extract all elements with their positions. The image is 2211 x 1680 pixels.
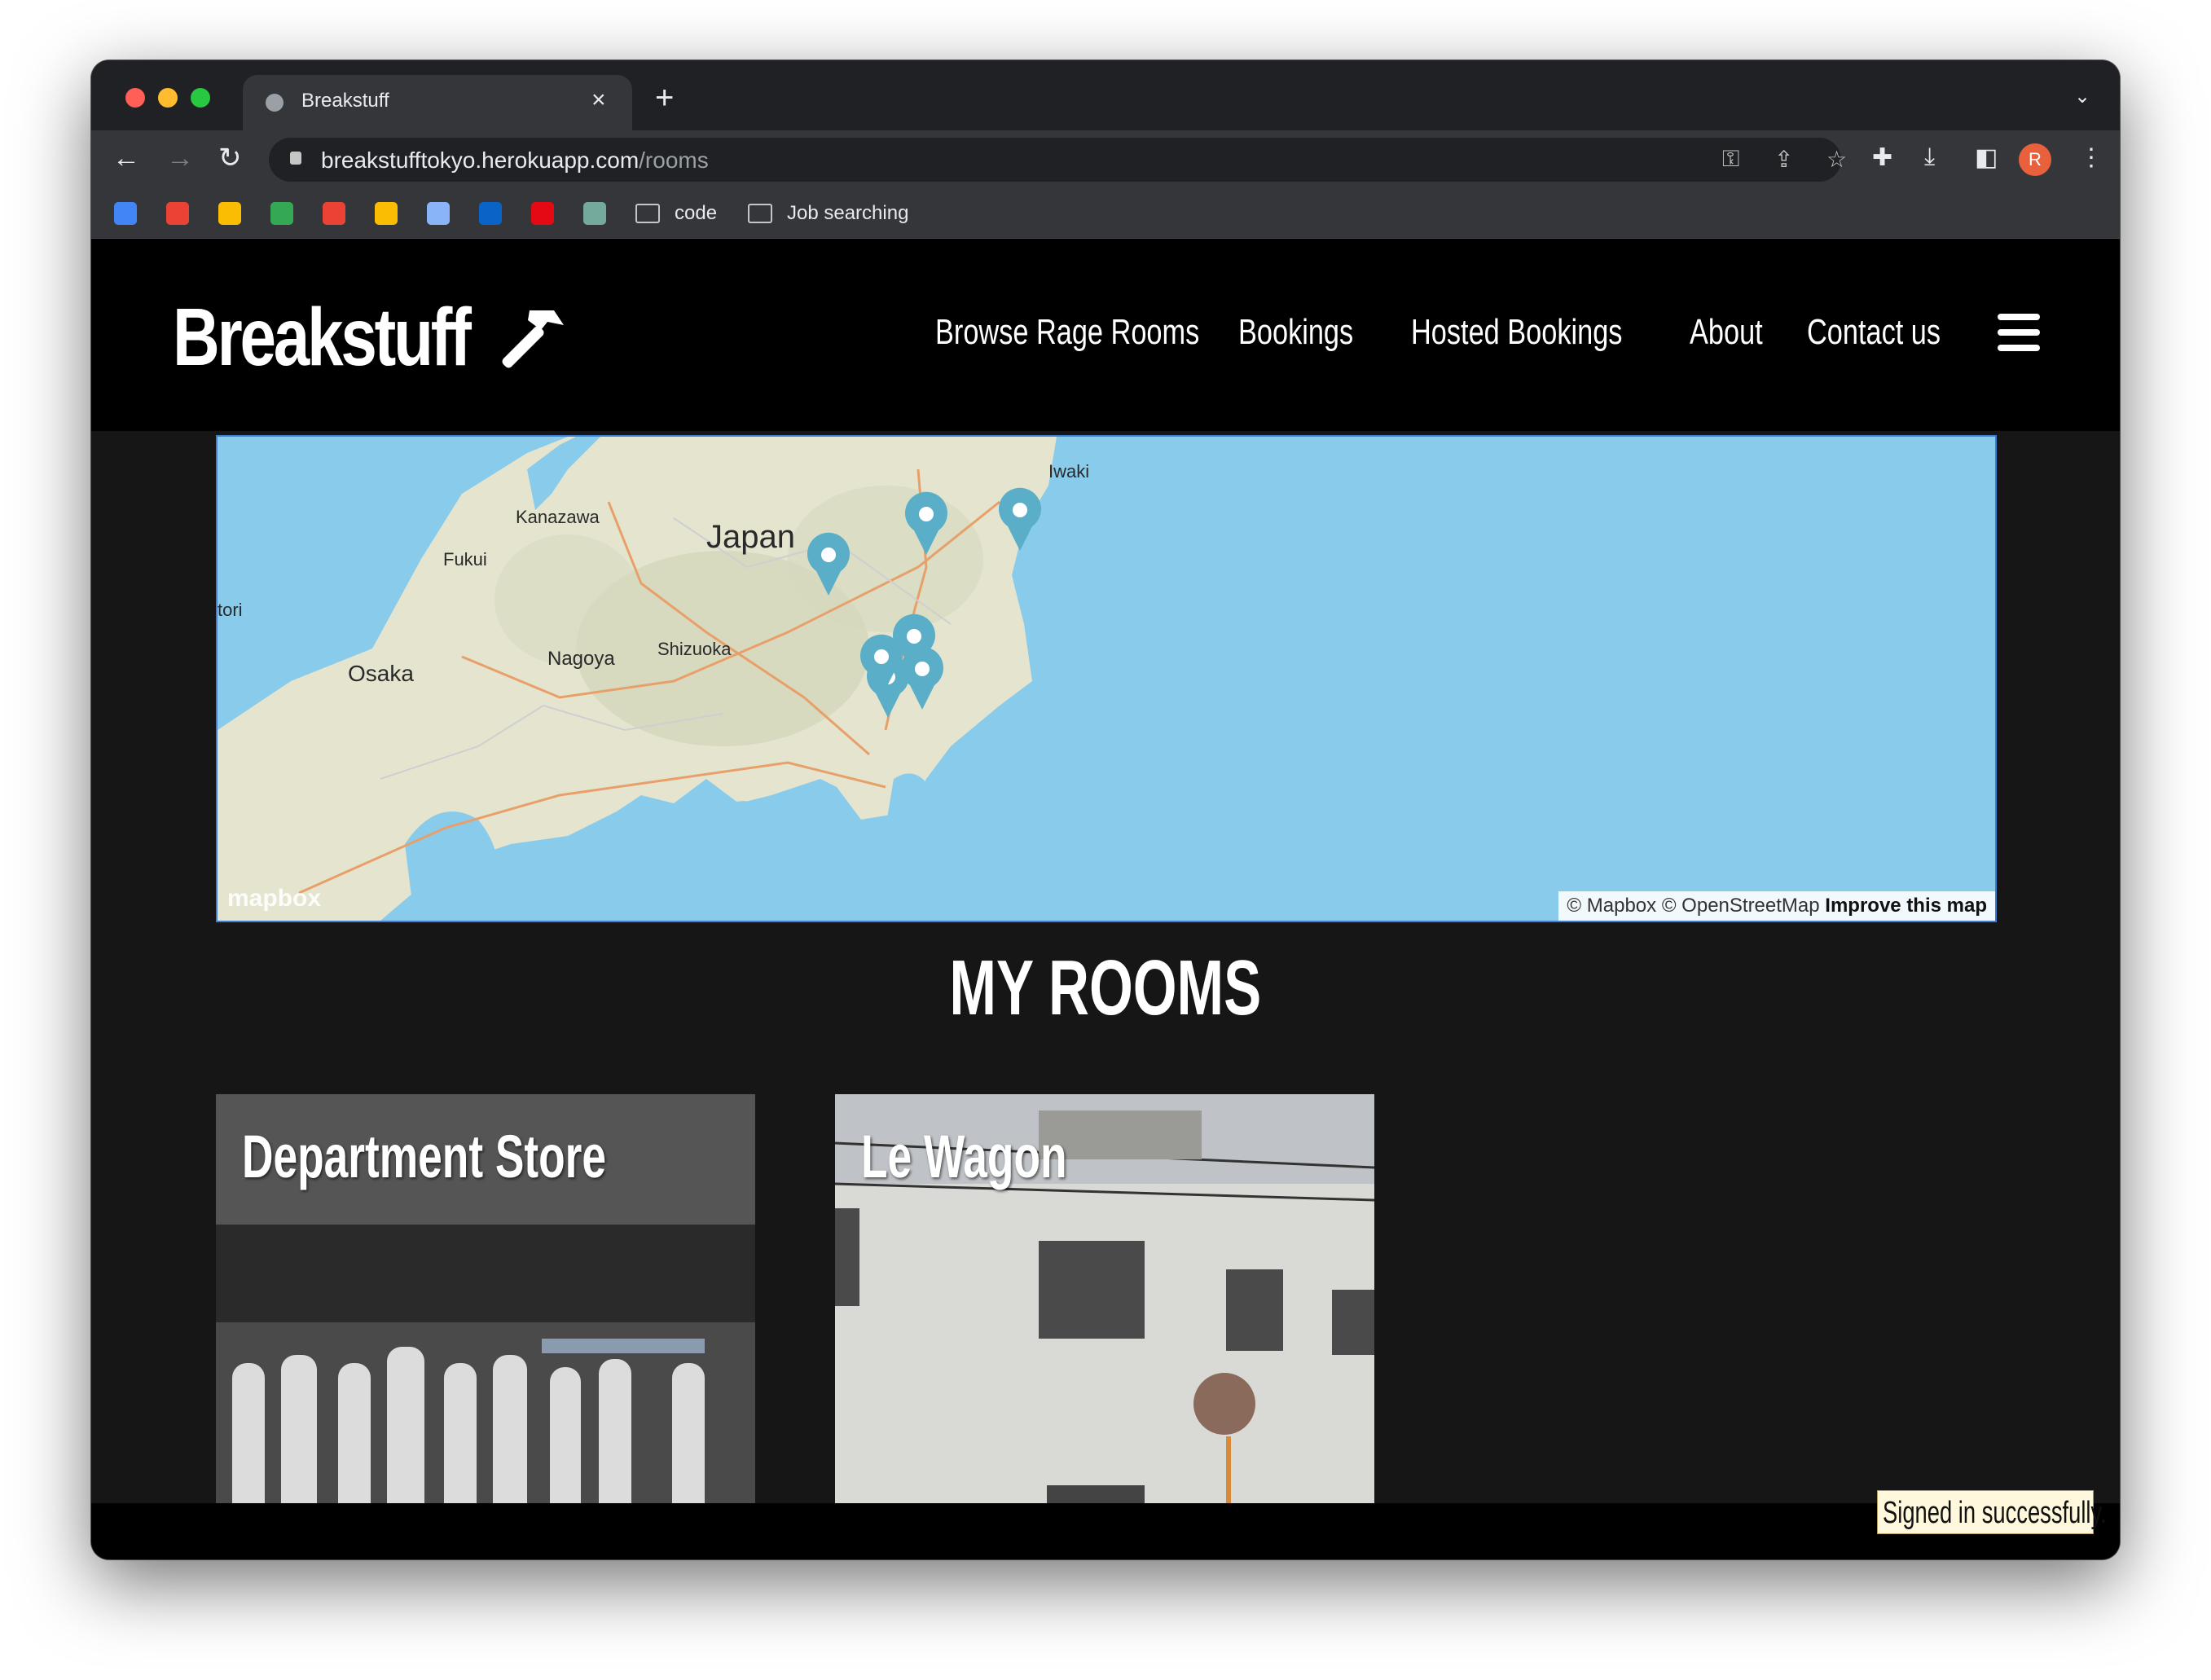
- room-card-le-wagon[interactable]: Le Wagon: [835, 1094, 1374, 1518]
- maximize-window-button[interactable]: [191, 88, 210, 108]
- city-label-iwaki: Iwaki: [1048, 461, 1089, 482]
- country-label-japan: Japan: [706, 519, 795, 555]
- city-label-kanazawa: Kanazawa: [516, 507, 600, 527]
- gmail-icon[interactable]: [166, 202, 189, 225]
- nav-hosted-bookings[interactable]: Hosted Bookings: [1411, 312, 1622, 353]
- bookmark-job-searching[interactable]: Job searching: [787, 202, 908, 225]
- drive-icon-2[interactable]: [375, 202, 398, 225]
- rooms-map[interactable]: Kanazawa Fukui tori Nagoya Shizuoka Osak…: [216, 435, 1997, 922]
- more-menu-icon[interactable]: ⋮: [2079, 143, 2103, 172]
- maps-icon[interactable]: [270, 202, 293, 225]
- drive-icon[interactable]: [218, 202, 241, 225]
- download-icon[interactable]: ⤓: [1924, 143, 1935, 171]
- nav-browse-rage-rooms[interactable]: Browse Rage Rooms: [935, 312, 1199, 353]
- tab-title: Breakstuff: [301, 90, 389, 112]
- improve-map-link[interactable]: Improve this map: [1825, 895, 1987, 917]
- close-tab-icon[interactable]: ×: [591, 86, 606, 114]
- browser-tab[interactable]: Breakstuff ×: [243, 75, 632, 130]
- hamburger-menu-icon[interactable]: [1998, 314, 2040, 360]
- footer-bar: [91, 1503, 2120, 1559]
- site-navbar: Breakstuff Browse Rage Rooms Bookings Ho…: [91, 239, 2120, 431]
- minimize-window-button[interactable]: [158, 88, 178, 108]
- city-label-osaka: Osaka: [348, 661, 414, 686]
- bookmarks-bar: code Job searching: [91, 189, 2120, 239]
- profile-avatar[interactable]: R: [2019, 143, 2051, 176]
- url-text: breakstufftokyo.herokuapp.com/rooms: [321, 147, 709, 173]
- globe-icon: [266, 94, 284, 112]
- bookmark-code[interactable]: code: [675, 202, 717, 225]
- reload-icon[interactable]: ↻: [218, 142, 242, 174]
- tab-strip: Breakstuff × + ⌄: [91, 60, 2120, 130]
- city-label-nagoya: Nagoya: [547, 648, 615, 670]
- mapbox-logo[interactable]: mapbox: [227, 885, 321, 913]
- key-icon[interactable]: ⚿: [1722, 146, 1739, 173]
- nav-contact-us[interactable]: Contact us: [1807, 312, 1941, 353]
- map-canvas[interactable]: Kanazawa Fukui tori Nagoya Shizuoka Osak…: [218, 437, 1995, 921]
- photos-icon[interactable]: [323, 202, 345, 225]
- back-icon[interactable]: ←: [112, 142, 140, 174]
- city-label-shizuoka: Shizuoka: [657, 639, 732, 659]
- share-icon[interactable]: ⇪: [1774, 146, 1793, 173]
- nav-bookings[interactable]: Bookings: [1238, 312, 1353, 353]
- lock-icon: [290, 152, 301, 165]
- star-icon[interactable]: ☆: [1826, 146, 1847, 173]
- folder-icon[interactable]: [748, 204, 772, 223]
- city-label-tori: tori: [218, 600, 243, 620]
- browser-window: Breakstuff × + ⌄ ← → ↻ breakstufftokyo.h…: [91, 60, 2120, 1559]
- extensions-icon[interactable]: ✚: [1872, 143, 1892, 172]
- browser-toolbar: ← → ↻ breakstufftokyo.herokuapp.com/room…: [91, 130, 2120, 189]
- map-attribution: © Mapbox © OpenStreetMap Improve this ma…: [1558, 891, 1995, 921]
- translate-icon[interactable]: [427, 202, 450, 225]
- web-page: Breakstuff Browse Rage Rooms Bookings Ho…: [91, 239, 2120, 1559]
- my-rooms-heading: MY ROOMS: [949, 944, 1262, 1031]
- forward-icon[interactable]: →: [166, 142, 194, 174]
- hammer-icon: [502, 310, 564, 368]
- folder-icon[interactable]: [635, 204, 660, 223]
- site-logo[interactable]: Breakstuff: [173, 291, 472, 385]
- flash-notice: Signed in successfully.: [1877, 1490, 2107, 1534]
- calendar-icon[interactable]: [114, 202, 137, 225]
- room-title[interactable]: Department Store: [242, 1122, 606, 1191]
- room-title[interactable]: Le Wagon: [861, 1122, 1067, 1191]
- side-panel-icon[interactable]: ◧: [1975, 143, 1998, 172]
- outlook-icon[interactable]: [479, 202, 502, 225]
- address-bar[interactable]: breakstufftokyo.herokuapp.com/rooms ⚿ ⇪ …: [269, 138, 1847, 182]
- new-tab-icon[interactable]: +: [655, 81, 674, 114]
- attribution-text[interactable]: © Mapbox © OpenStreetMap: [1567, 895, 1819, 917]
- city-label-fukui: Fukui: [443, 549, 487, 570]
- chatgpt-icon[interactable]: [583, 202, 606, 225]
- nav-about[interactable]: About: [1690, 312, 1763, 353]
- chevron-down-icon[interactable]: ⌄: [2074, 85, 2090, 108]
- room-card-department-store[interactable]: Department Store: [216, 1094, 755, 1518]
- flash-message: Signed in successfully.: [1883, 1496, 2107, 1530]
- close-window-button[interactable]: [125, 88, 145, 108]
- netflix-icon[interactable]: [531, 202, 554, 225]
